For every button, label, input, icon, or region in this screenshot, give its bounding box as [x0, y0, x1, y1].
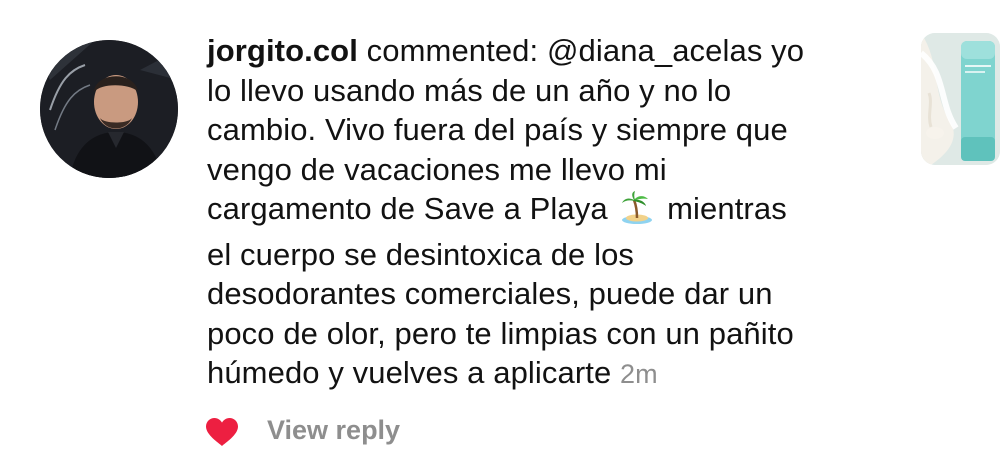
- comment-line-6: el cuerpo se desintoxica de los: [207, 236, 635, 272]
- username[interactable]: jorgito.col: [207, 33, 358, 68]
- view-reply-link[interactable]: View reply: [267, 415, 400, 446]
- comment-line-7: desodorantes comerciales, puede dar un: [207, 276, 773, 311]
- comment-line-5: cargamento de Save a Playa mientras: [207, 189, 897, 235]
- mention[interactable]: @diana_acelas: [547, 33, 762, 68]
- comment-line-2: lo llevo usando más de un año y no lo: [207, 72, 732, 108]
- timestamp: 2m: [620, 359, 658, 389]
- post-thumbnail-image: [921, 33, 1000, 165]
- comment-text: jorgito.col commented: @diana_acelas yo …: [207, 31, 897, 395]
- comment-line-text: yo: [771, 33, 805, 68]
- comment-line-8: poco de olor, pero te limpias con un pañ…: [207, 315, 794, 351]
- desert-island-icon: [620, 191, 654, 235]
- avatar-photo: [40, 40, 178, 178]
- comment-line-3: cambio. Vivo fuera del país y siempre qu…: [207, 112, 788, 147]
- action-text: commented:: [366, 33, 539, 68]
- comment-line-1: jorgito.col commented: @diana_acelas yo: [207, 31, 897, 71]
- avatar[interactable]: [40, 40, 178, 178]
- comment-notification: jorgito.col commented: @diana_acelas yo …: [0, 0, 1000, 467]
- comment-line-text: cargamento de Save a Playa: [207, 191, 608, 226]
- heart-icon[interactable]: [205, 417, 239, 447]
- comment-line-text: mientras: [667, 191, 787, 226]
- post-thumbnail[interactable]: [921, 33, 1000, 165]
- comment-actions: View reply: [205, 412, 400, 452]
- comment-line-4: vengo de vacaciones me llevo mi: [207, 151, 667, 187]
- comment-line-text: húmedo y vuelves a aplicarte: [207, 355, 612, 390]
- comment-line-9: húmedo y vuelves a aplicarte 2m: [207, 353, 897, 395]
